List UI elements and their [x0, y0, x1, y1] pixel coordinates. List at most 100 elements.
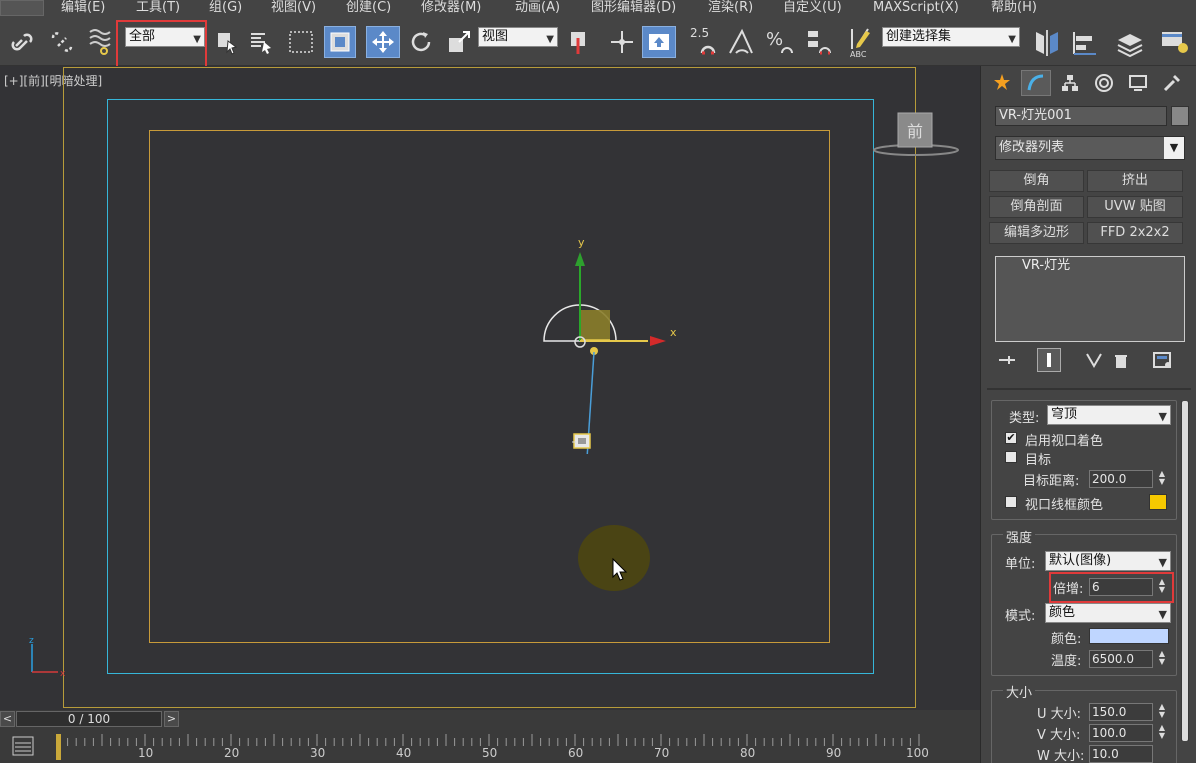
select-and-move-icon[interactable] — [366, 26, 400, 58]
tick-label: 80 — [740, 746, 756, 760]
select-and-scale-icon[interactable] — [442, 26, 476, 58]
bevel-button[interactable]: 倒角 — [989, 170, 1084, 192]
reference-coordinate-dropdown[interactable]: 视图 ▼ — [478, 27, 558, 47]
edit-poly-button[interactable]: 编辑多边形 — [989, 222, 1084, 244]
menu-animation[interactable]: 动画(A) — [515, 0, 560, 18]
select-and-rotate-icon[interactable] — [404, 26, 438, 58]
menu-group[interactable]: 组(G) — [209, 0, 242, 18]
w-size-spinner[interactable]: 10.0 — [1089, 745, 1153, 763]
select-and-manipulate-icon[interactable] — [606, 26, 638, 58]
ffd-button[interactable]: FFD 2x2x2 — [1087, 222, 1183, 244]
chevron-down-icon: ▼ — [1158, 410, 1167, 423]
menu-views[interactable]: 视图(V) — [271, 0, 316, 18]
modifier-list-dropdown[interactable]: 修改器列表 ▼ — [995, 136, 1185, 160]
mirror-icon[interactable] — [1030, 26, 1064, 60]
show-end-result-icon[interactable] — [1037, 348, 1061, 372]
modify-tab-icon[interactable] — [1021, 70, 1051, 96]
bevel-profile-button[interactable]: 倒角剖面 — [989, 196, 1084, 218]
multiplier-spinner[interactable]: 6 — [1089, 578, 1153, 596]
wire-color-swatch[interactable] — [1149, 494, 1167, 510]
light-type-dropdown[interactable]: 穹顶 ▼ — [1047, 405, 1171, 425]
target-distance-spinner[interactable]: 200.0 — [1089, 470, 1153, 488]
display-tab-icon[interactable] — [1123, 70, 1153, 96]
object-name-field[interactable]: VR-灯光001 — [995, 106, 1167, 126]
menu-modifiers[interactable]: 修改器(M) — [421, 0, 481, 18]
unlink-icon[interactable] — [46, 26, 78, 58]
w-size-label: W 大小: — [1037, 749, 1085, 763]
menu-help[interactable]: 帮助(H) — [991, 0, 1037, 18]
spinner-arrows-icon[interactable]: ▲ ▼ — [1157, 578, 1167, 596]
spinner-snap-icon[interactable] — [800, 24, 834, 58]
modifier-stack[interactable]: VR-灯光 — [995, 256, 1185, 342]
keyboard-shortcut-override-icon[interactable] — [642, 26, 676, 58]
unit-dropdown[interactable]: 默认(图像) ▼ — [1045, 551, 1171, 571]
select-object-icon[interactable] — [212, 26, 242, 58]
light-color-swatch[interactable] — [1089, 628, 1169, 644]
uvw-map-button[interactable]: UVW 贴图 — [1087, 196, 1183, 218]
track-bar[interactable]: 10 20 30 40 50 60 70 80 90 100 — [0, 728, 980, 763]
pivot-center-icon[interactable] — [564, 26, 596, 58]
menu-tools[interactable]: 工具(T) — [136, 0, 180, 18]
spinner-arrows-icon[interactable]: ▲ ▼ — [1157, 650, 1167, 668]
select-by-name-icon[interactable] — [246, 26, 278, 58]
menu-customize[interactable]: 自定义(U) — [783, 0, 842, 18]
app-logo[interactable] — [0, 0, 44, 16]
v-size-spinner[interactable]: 100.0 — [1089, 724, 1153, 742]
bind-to-space-warp-icon[interactable] — [84, 24, 116, 58]
u-size-spinner[interactable]: 150.0 — [1089, 703, 1153, 721]
temperature-label: 温度: — [1051, 654, 1082, 669]
layer-manager-icon[interactable] — [1112, 26, 1146, 60]
gizmo-x-axis-label: x — [670, 326, 677, 339]
stack-item[interactable]: VR-灯光 — [996, 257, 1184, 275]
selection-filter-dropdown[interactable]: 全部 ▼ — [125, 27, 205, 47]
frame-ruler[interactable] — [56, 734, 922, 746]
panel-scrollbar-thumb[interactable] — [1182, 401, 1188, 741]
named-selection-dropdown[interactable]: 创建选择集 ▼ — [882, 27, 1020, 47]
prev-frame-button[interactable]: < — [0, 711, 15, 727]
type-label: 类型: — [1009, 411, 1040, 426]
light-target-icon[interactable] — [570, 432, 594, 454]
temperature-spinner[interactable]: 6500.0 — [1089, 650, 1153, 668]
snaps-toggle-icon[interactable]: 2.5 — [686, 24, 720, 58]
motion-tab-icon[interactable] — [1089, 70, 1119, 96]
spinner-arrows-icon[interactable]: ▲ ▼ — [1157, 470, 1167, 488]
toggle-ribbon-icon[interactable] — [1156, 26, 1192, 60]
make-unique-icon[interactable] — [1085, 352, 1103, 374]
mode-dropdown[interactable]: 颜色 ▼ — [1045, 603, 1171, 623]
viewport-shading-checkbox[interactable]: ✔ — [1005, 432, 1017, 444]
align-icon[interactable] — [1068, 26, 1102, 60]
select-and-link-icon[interactable] — [8, 26, 40, 58]
next-frame-button[interactable]: > — [164, 711, 179, 727]
menu-create[interactable]: 创建(C) — [346, 0, 391, 18]
time-slider-thumb[interactable]: 0 / 100 — [16, 711, 162, 727]
target-checkbox[interactable] — [1005, 451, 1017, 463]
pin-stack-icon[interactable] — [997, 352, 1019, 372]
menu-rendering[interactable]: 渲染(R) — [708, 0, 753, 18]
window-crossing-icon[interactable] — [324, 26, 356, 58]
wire-color-checkbox[interactable] — [1005, 496, 1017, 508]
rectangular-selection-icon[interactable] — [284, 26, 318, 58]
edit-named-selection-icon[interactable]: ABC — [844, 24, 878, 60]
safe-frame-action — [149, 130, 830, 643]
front-viewport[interactable]: [+][前][明暗处理] 前 y x z x — [0, 66, 980, 710]
menu-graph-editors[interactable]: 图形编辑器(D) — [591, 0, 676, 18]
current-frame-marker[interactable] — [56, 734, 61, 760]
spinner-arrows-icon[interactable]: ▲ ▼ — [1157, 724, 1167, 742]
utilities-tab-icon[interactable] — [1157, 70, 1187, 96]
hierarchy-tab-icon[interactable] — [1055, 70, 1085, 96]
vray-light-dome-gizmo[interactable]: y x — [530, 234, 690, 515]
create-tab-icon[interactable] — [987, 70, 1017, 96]
angle-snap-icon[interactable] — [724, 24, 758, 58]
remove-modifier-icon[interactable] — [1113, 352, 1129, 374]
menu-edit[interactable]: 编辑(E) — [61, 0, 105, 18]
object-color-swatch[interactable] — [1171, 106, 1189, 126]
viewcube[interactable]: 前 — [872, 111, 960, 159]
configure-modifier-sets-icon[interactable] — [1153, 352, 1173, 374]
spinner-arrows-icon[interactable]: ▲ ▼ — [1157, 703, 1167, 721]
percent-snap-icon[interactable]: % — [762, 24, 796, 58]
extrude-button[interactable]: 挤出 — [1087, 170, 1183, 192]
time-slider[interactable]: < 0 / 100 > — [0, 710, 980, 728]
panel-scrollbar[interactable] — [1181, 401, 1189, 741]
mini-curve-editor-icon[interactable] — [12, 736, 34, 756]
menu-maxscript[interactable]: MAXScript(X) — [873, 0, 959, 18]
